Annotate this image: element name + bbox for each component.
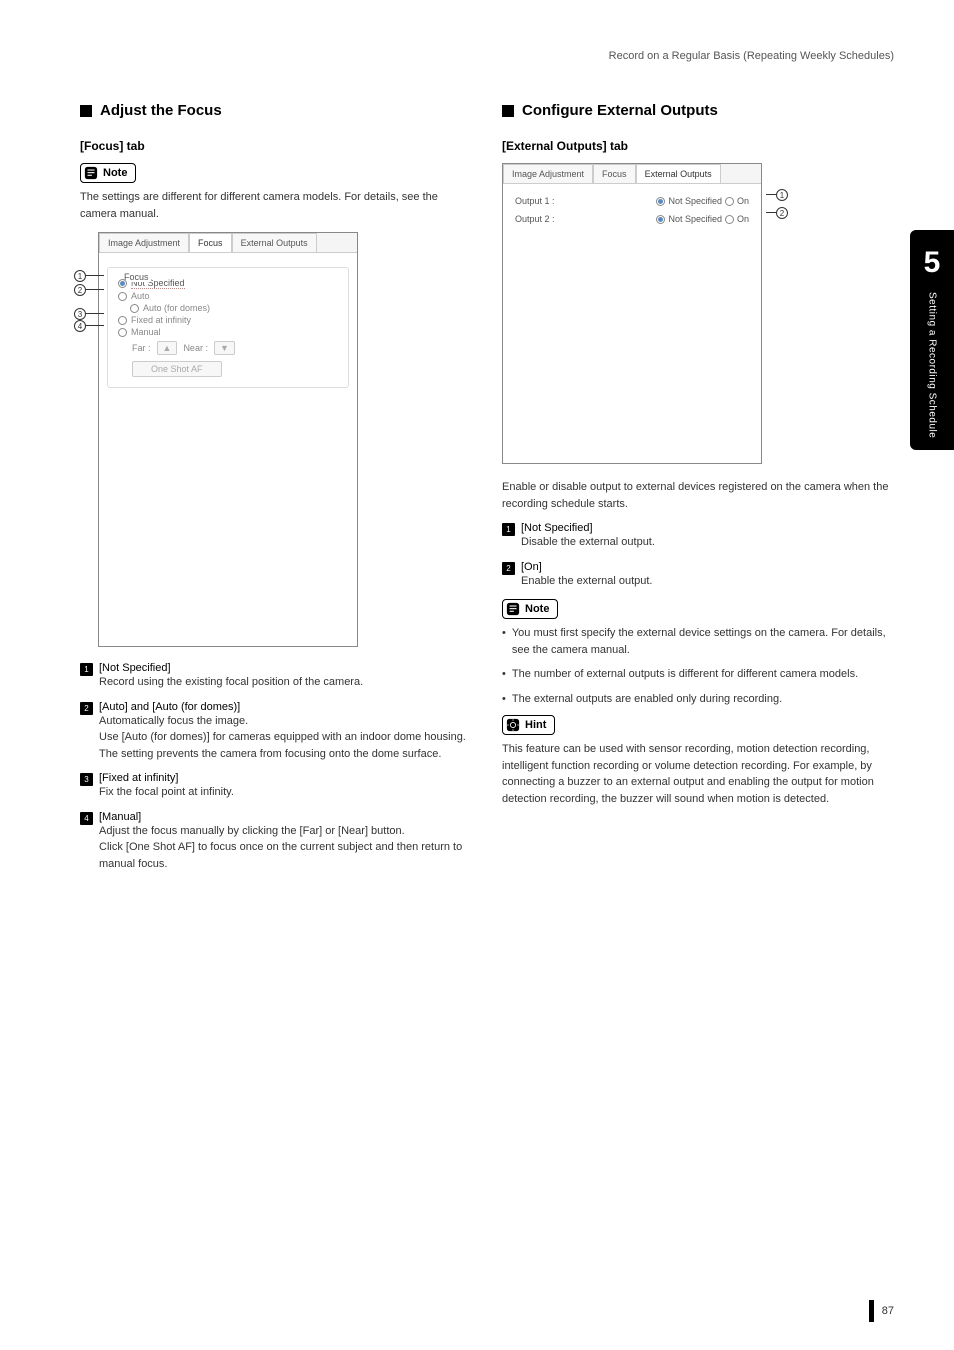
footer-bar-icon	[869, 1300, 874, 1322]
note-badge: Note	[502, 599, 558, 619]
note-icon	[83, 165, 99, 181]
def-label-1: [Not Specified]	[521, 522, 894, 534]
tab-focus[interactable]: Focus	[189, 233, 232, 252]
output-2-row: Output 2 : Not Specified On	[511, 210, 753, 228]
output-2-label: Output 2 :	[515, 214, 555, 224]
tab-focus[interactable]: Focus	[593, 164, 636, 183]
far-button[interactable]: ▲	[157, 341, 178, 355]
radio-fixed-infinity[interactable]: Fixed at infinity	[118, 315, 342, 325]
note-badge: Note	[80, 163, 136, 183]
note-bullet-1: You must first specify the external devi…	[512, 625, 894, 658]
square-bullet-icon	[502, 105, 514, 117]
def-num-1: 1	[80, 663, 93, 676]
def-label-4: [Manual]	[99, 811, 472, 823]
page-number: 87	[882, 1305, 894, 1317]
def-label-2: [On]	[521, 561, 894, 573]
far-label: Far :	[132, 343, 151, 353]
one-shot-af-button[interactable]: One Shot AF	[132, 361, 222, 377]
callout-2: 2	[74, 284, 104, 296]
left-column: Adjust the Focus [Focus] tab Note The se…	[80, 102, 472, 882]
note-label: Note	[103, 167, 127, 179]
def-desc-2: Automatically focus the image. Use [Auto…	[99, 713, 472, 763]
page-footer: 87	[869, 1300, 894, 1322]
callout-3: 3	[74, 308, 104, 320]
note-icon	[505, 601, 521, 617]
output-1-row: Output 1 : Not Specified On	[511, 192, 753, 210]
section-title: Configure External Outputs	[522, 102, 718, 119]
def-desc-2: Enable the external output.	[521, 573, 894, 590]
focus-tab-screenshot: Image Adjustment Focus External Outputs …	[98, 232, 358, 647]
note-text: The settings are different for different…	[80, 189, 472, 222]
radio-manual[interactable]: Manual	[118, 327, 342, 337]
def-desc-1: Disable the external output.	[521, 534, 894, 551]
radio-auto[interactable]: Auto	[118, 291, 342, 301]
def-num-3: 3	[80, 773, 93, 786]
tab-image-adjustment[interactable]: Image Adjustment	[99, 233, 189, 252]
hint-icon	[505, 717, 521, 733]
tab-external-outputs[interactable]: External Outputs	[636, 164, 721, 183]
note-bullet-2: The number of external outputs is differ…	[512, 666, 858, 683]
def-label-1: [Not Specified]	[99, 662, 472, 674]
external-outputs-screenshot: Image Adjustment Focus External Outputs …	[502, 163, 762, 464]
callout-1: 1	[766, 189, 788, 201]
def-num-4: 4	[80, 812, 93, 825]
def-num-2: 2	[502, 562, 515, 575]
hint-badge: Hint	[502, 715, 555, 735]
note-bullet-3: The external outputs are enabled only du…	[512, 691, 782, 708]
chapter-number: 5	[924, 246, 941, 280]
hint-text: This feature can be used with sensor rec…	[502, 741, 894, 807]
callout-2: 2	[766, 207, 788, 219]
def-desc-4: Adjust the focus manually by clicking th…	[99, 823, 472, 873]
external-outputs-intro: Enable or disable output to external dev…	[502, 479, 894, 512]
output-2-on[interactable]	[725, 215, 734, 224]
output-2-notspecified[interactable]	[656, 215, 665, 224]
note-bullets: •You must first specify the external dev…	[502, 625, 894, 707]
chapter-title: Setting a Recording Schedule	[927, 292, 938, 438]
focus-definitions: 1 [Not Specified] Record using the exist…	[80, 662, 472, 878]
near-button[interactable]: ▼	[214, 341, 235, 355]
radio-not-specified[interactable]: Not Specified	[118, 278, 342, 289]
callout-1: 1	[74, 270, 104, 282]
page-header: Record on a Regular Basis (Repeating Wee…	[80, 50, 894, 62]
square-bullet-icon	[80, 105, 92, 117]
def-num-2: 2	[80, 702, 93, 715]
section-adjust-focus: Adjust the Focus	[80, 102, 472, 119]
focus-tab-heading: [Focus] tab	[80, 139, 472, 153]
chapter-tab: 5 Setting a Recording Schedule	[910, 230, 954, 450]
callout-4: 4	[74, 320, 104, 332]
def-label-2: [Auto] and [Auto (for domes)]	[99, 701, 472, 713]
right-column: Configure External Outputs [External Out…	[502, 102, 894, 882]
def-desc-3: Fix the focal point at infinity.	[99, 784, 472, 801]
hint-label: Hint	[525, 719, 546, 731]
tabs-row: Image Adjustment Focus External Outputs	[503, 164, 761, 183]
section-title: Adjust the Focus	[100, 102, 222, 119]
tabs-row: Image Adjustment Focus External Outputs	[99, 233, 357, 252]
near-label: Near :	[183, 343, 208, 353]
output-1-notspecified[interactable]	[656, 197, 665, 206]
tab-external-outputs[interactable]: External Outputs	[232, 233, 317, 252]
def-label-3: [Fixed at infinity]	[99, 772, 472, 784]
def-desc-1: Record using the existing focal position…	[99, 674, 472, 691]
external-outputs-tab-heading: [External Outputs] tab	[502, 139, 894, 153]
note-label: Note	[525, 603, 549, 615]
section-external-outputs: Configure External Outputs	[502, 102, 894, 119]
external-outputs-definitions: 1 [Not Specified] Disable the external o…	[502, 522, 894, 595]
output-1-label: Output 1 :	[515, 196, 555, 206]
output-1-on[interactable]	[725, 197, 734, 206]
tab-image-adjustment[interactable]: Image Adjustment	[503, 164, 593, 183]
def-num-1: 1	[502, 523, 515, 536]
radio-auto-domes[interactable]: Auto (for domes)	[130, 303, 342, 313]
